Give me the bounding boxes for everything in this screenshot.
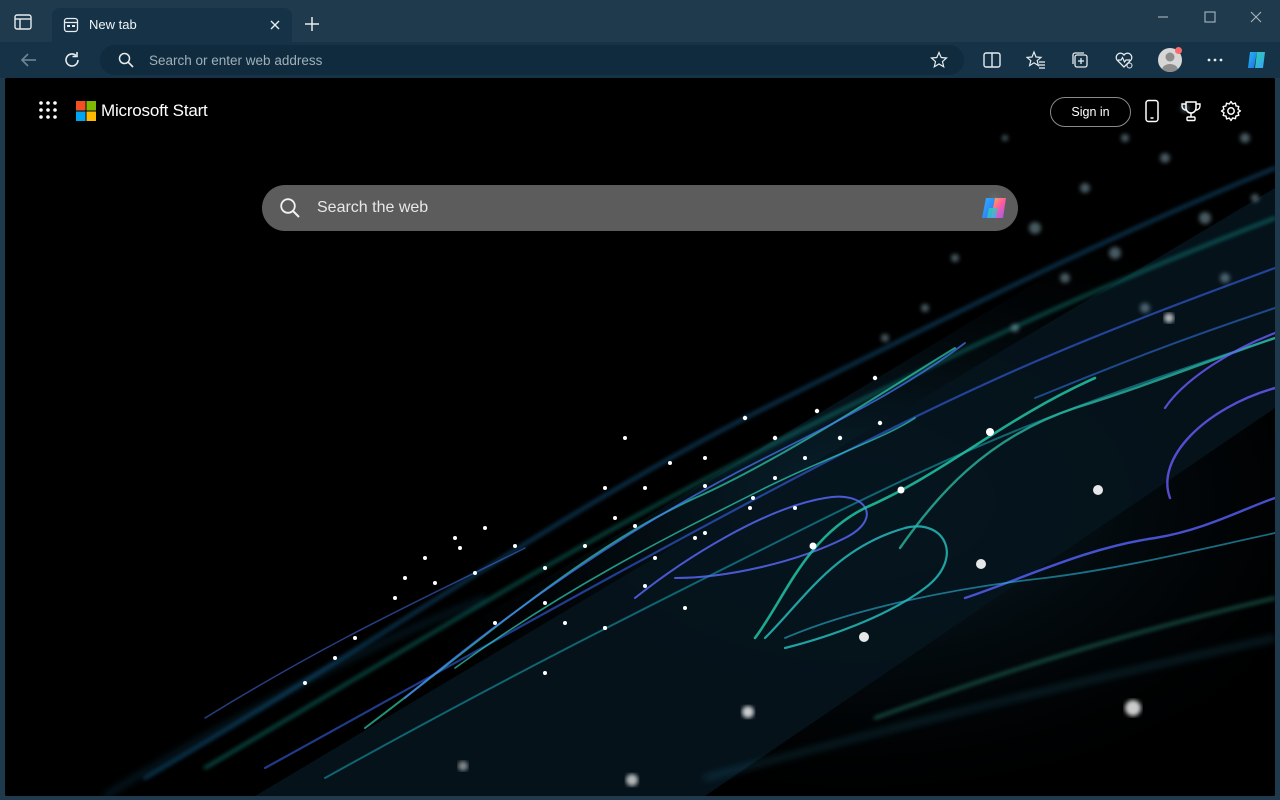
tab-title: New tab [89, 17, 137, 32]
collections-icon[interactable] [1070, 50, 1090, 70]
tab-new-tab[interactable]: New tab [52, 8, 292, 42]
more-icon[interactable] [1205, 50, 1225, 70]
toolbar: Search or enter web address [0, 42, 1280, 78]
brand-title[interactable]: Microsoft Start [101, 101, 208, 121]
maximize-icon[interactable] [1195, 8, 1225, 26]
sign-in-button[interactable]: Sign in [1050, 97, 1131, 127]
star-icon[interactable] [930, 51, 948, 69]
close-window-icon[interactable] [1241, 8, 1271, 26]
copilot-icon[interactable] [980, 194, 1010, 222]
favorites-icon[interactable] [1026, 50, 1046, 70]
refresh-icon[interactable] [62, 50, 82, 70]
address-bar[interactable]: Search or enter web address [100, 45, 964, 75]
gear-icon[interactable] [1219, 99, 1243, 123]
title-bar: New tab [0, 0, 1280, 42]
app-launcher-icon[interactable] [38, 100, 58, 120]
new-tab-page: Microsoft Start Sign in Search the web [5, 78, 1275, 796]
web-search-input[interactable]: Search the web [317, 199, 428, 217]
split-screen-icon[interactable] [982, 50, 1002, 70]
copilot-icon[interactable] [1245, 48, 1269, 72]
search-icon [280, 198, 300, 218]
minimize-icon[interactable] [1148, 8, 1178, 26]
close-icon[interactable] [266, 16, 284, 34]
notification-dot [1175, 47, 1182, 54]
trophy-icon[interactable] [1179, 99, 1203, 123]
tab-actions-icon[interactable] [14, 14, 32, 30]
address-input[interactable]: Search or enter web address [149, 53, 322, 68]
plus-icon[interactable] [302, 14, 322, 34]
phone-icon[interactable] [1140, 99, 1164, 123]
heart-pulse-icon[interactable] [1114, 50, 1134, 70]
new-tab-page-icon [63, 17, 79, 33]
web-search-box[interactable]: Search the web [262, 185, 1018, 231]
microsoft-logo-icon [76, 101, 96, 121]
back-arrow-icon[interactable] [19, 50, 39, 70]
search-icon [118, 52, 134, 68]
